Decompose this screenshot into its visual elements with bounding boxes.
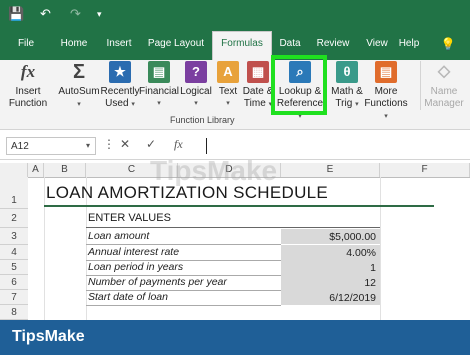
undo-icon[interactable]: ↶: [40, 6, 51, 22]
insert-function-label1: Insert: [15, 86, 41, 97]
more-functions-label1: More: [374, 86, 398, 97]
title-underline: [44, 205, 434, 207]
chevron-down-icon: ▾: [194, 100, 198, 107]
tab-home[interactable]: Home: [55, 34, 93, 60]
name-manager-icon: ◇: [437, 63, 451, 80]
section-underline: [86, 227, 380, 228]
math-trig-label2: Trig: [335, 98, 353, 109]
text-label: Text: [218, 86, 238, 97]
column-header[interactable]: F: [380, 163, 470, 177]
insert-function-button[interactable]: fx Insert Function: [8, 61, 48, 110]
tab-view[interactable]: View: [363, 34, 391, 60]
calendar-icon: ▦: [247, 61, 269, 83]
tab-file[interactable]: File: [10, 34, 42, 60]
chevron-down-icon[interactable]: ▾: [86, 141, 90, 150]
grid-line: [380, 177, 381, 320]
interest-rate-label: Annual interest rate: [88, 246, 180, 258]
highlight-box: [271, 55, 327, 115]
interest-rate-cell[interactable]: 4.00%: [281, 245, 380, 261]
brand-logo: TipsMake: [12, 328, 85, 345]
text-button[interactable]: A Text ▾: [214, 61, 242, 110]
name-box[interactable]: A12: [6, 137, 96, 155]
start-date-cell[interactable]: 6/12/2019: [281, 290, 380, 306]
customize-qat-icon[interactable]: ▾: [97, 9, 102, 20]
financial-icon: ▤: [148, 61, 170, 83]
formula-input[interactable]: [206, 138, 207, 154]
start-date-label: Start date of loan: [88, 291, 168, 303]
payments-per-year-cell[interactable]: 12: [281, 275, 380, 291]
row-header[interactable]: 2: [0, 209, 28, 228]
recently-used-label1: Recently: [100, 86, 140, 97]
cancel-icon[interactable]: ✕: [120, 137, 130, 151]
loan-amount-cell[interactable]: $5,000.00: [281, 229, 380, 245]
column-header[interactable]: E: [281, 163, 380, 177]
column-header[interactable]: A: [28, 163, 44, 177]
math-icon: θ: [336, 61, 358, 83]
row-header[interactable]: 8: [0, 305, 28, 320]
tab-insert[interactable]: Insert: [101, 34, 137, 60]
math-trig-label1: Math &: [331, 86, 363, 97]
chevron-down-icon: ▾: [226, 100, 230, 107]
row-header[interactable]: 3: [0, 228, 28, 245]
financial-label: Financial: [139, 86, 180, 97]
chevron-down-icon: ▾: [355, 101, 359, 108]
tab-formulas[interactable]: Formulas: [212, 31, 272, 61]
logical-button[interactable]: ? Logical ▾: [178, 61, 214, 110]
sheet-title: LOAN AMORTIZATION SCHEDULE: [46, 183, 329, 202]
enter-icon[interactable]: ✓: [146, 137, 156, 151]
save-icon[interactable]: 💾: [8, 6, 24, 22]
section-heading: ENTER VALUES: [88, 212, 171, 224]
date-time-label1: Date &: [242, 86, 274, 97]
more-functions-icon: ▤: [375, 61, 397, 83]
loan-period-cell[interactable]: 1: [281, 260, 380, 276]
select-all-corner[interactable]: [0, 163, 28, 177]
more-functions-button[interactable]: ▤ More Functions ▾: [362, 61, 410, 123]
name-manager-label1: Name: [430, 86, 458, 97]
name-manager-button[interactable]: ◇ Name Manager: [420, 61, 467, 110]
row-separator: [86, 305, 281, 306]
recently-used-button[interactable]: ★ Recently Used ▾: [100, 61, 140, 111]
column-header[interactable]: B: [44, 163, 86, 177]
function-library-label: Function Library: [170, 115, 235, 125]
fx-icon[interactable]: fx: [174, 137, 183, 152]
recently-used-label2: Used: [105, 98, 129, 109]
fx-icon: fx: [20, 62, 36, 81]
loan-period-label: Loan period in years: [88, 261, 184, 273]
logical-label: Logical: [180, 86, 212, 97]
chevron-down-icon: ▾: [384, 113, 388, 120]
dots-icon: ⋮: [103, 137, 115, 151]
logical-icon: ?: [185, 61, 207, 83]
row-separator: [86, 244, 281, 245]
more-functions-label2: Functions: [364, 98, 408, 109]
name-manager-label2: Manager: [424, 98, 464, 109]
row-header[interactable]: 6: [0, 275, 28, 290]
tab-help[interactable]: Help: [398, 34, 420, 60]
date-time-label2: Time: [243, 98, 266, 109]
math-trig-button[interactable]: θ Math & Trig ▾: [329, 61, 365, 111]
row-header[interactable]: 4: [0, 245, 28, 260]
chevron-down-icon: ▾: [157, 100, 161, 107]
chevron-down-icon: ▾: [77, 101, 81, 108]
chevron-down-icon: ▾: [131, 101, 135, 108]
payments-per-year-label: Number of payments per year: [88, 276, 227, 288]
row-header[interactable]: 7: [0, 290, 28, 305]
loan-amount-label: Loan amount: [88, 230, 150, 242]
financial-button[interactable]: ▤ Financial ▾: [139, 61, 179, 110]
row-header[interactable]: 1: [0, 177, 28, 209]
grid-line: [44, 177, 45, 320]
star-icon: ★: [109, 61, 131, 83]
redo-icon[interactable]: ↷: [70, 6, 81, 22]
sigma-icon: Σ: [72, 61, 85, 83]
text-icon: A: [217, 61, 239, 83]
date-time-button[interactable]: ▦ Date & Time ▾: [242, 61, 274, 111]
tab-page-layout[interactable]: Page Layout: [146, 34, 206, 60]
row-header[interactable]: 5: [0, 260, 28, 275]
autosum-label: AutoSum: [58, 86, 100, 97]
lightbulb-icon[interactable]: 💡: [440, 34, 456, 60]
autosum-button[interactable]: Σ AutoSum ▾: [56, 61, 102, 111]
insert-function-label2: Function: [8, 98, 48, 109]
